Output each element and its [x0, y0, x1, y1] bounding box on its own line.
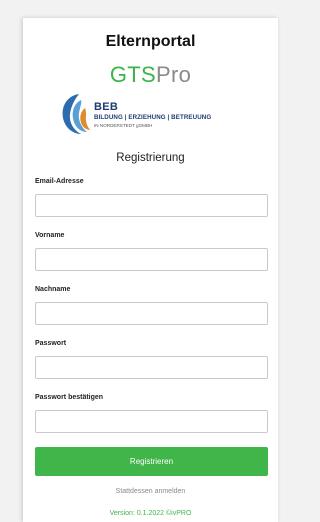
- register-button[interactable]: Registrieren: [35, 447, 268, 476]
- registration-card: Elternportal GTSPro BEB BILDUNG | ERZIEH…: [23, 18, 278, 522]
- gtspro-logo-pro: Pro: [155, 62, 192, 87]
- password-confirm-field[interactable]: [35, 410, 268, 433]
- form-heading: Registrierung: [116, 152, 185, 164]
- beb-logo-mark-icon: [62, 94, 90, 134]
- version-text: Version: 0.1.2022 ©ivPRO: [109, 510, 192, 517]
- login-instead-link[interactable]: Stattdessen anmelden: [23, 488, 278, 495]
- gtspro-logo-gts: GTS: [109, 62, 156, 87]
- last-name-field[interactable]: [35, 302, 268, 325]
- email-label: Email-Adresse: [35, 178, 84, 185]
- beb-logo: BEB BILDUNG | ERZIEHUNG | BETREUUNG IN N…: [59, 92, 259, 136]
- portal-title: Elternportal: [105, 33, 196, 50]
- email-field[interactable]: [35, 194, 268, 217]
- page: Elternportal GTSPro BEB BILDUNG | ERZIEH…: [0, 0, 278, 522]
- gtspro-logo: GTSPro: [23, 62, 278, 88]
- password-confirm-label: Passwort bestätigen: [35, 394, 104, 401]
- beb-logo-name: BEB: [94, 101, 119, 113]
- password-field[interactable]: [35, 356, 268, 379]
- last-name-label: Nachname: [35, 286, 71, 293]
- first-name-field[interactable]: [35, 248, 268, 271]
- beb-logo-subtitle: IN NORDERSTEDT gGMBH: [94, 123, 153, 128]
- beb-logo-tagline: BILDUNG | ERZIEHUNG | BETREUUNG: [94, 114, 212, 121]
- first-name-label: Vorname: [35, 232, 65, 239]
- password-label: Passwort: [35, 340, 67, 347]
